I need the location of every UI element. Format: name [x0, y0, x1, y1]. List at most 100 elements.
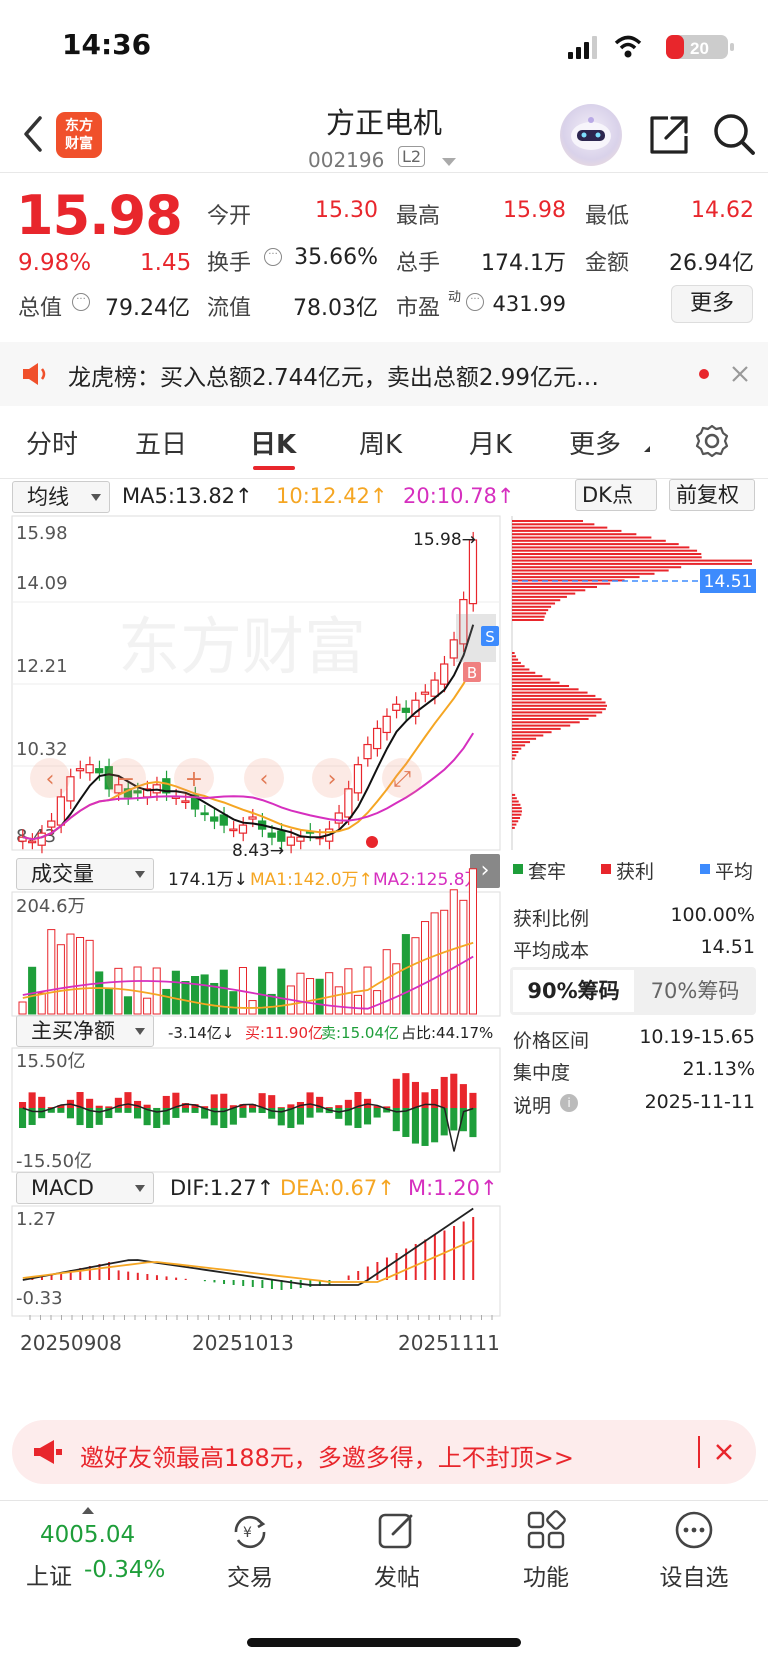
- volume-bar: [152, 967, 161, 1015]
- candle-body: [219, 814, 228, 826]
- chip-bar: [512, 800, 519, 803]
- info-icon[interactable]: i: [560, 1094, 578, 1112]
- news-text[interactable]: 龙虎榜：买入总额2.744亿元，卖出总额2.99亿元…: [68, 358, 668, 392]
- settings-gear-icon[interactable]: [695, 424, 729, 458]
- candle-body: [353, 764, 363, 794]
- chip-bar: [512, 813, 522, 816]
- netflow-sell-bar: [181, 1108, 189, 1113]
- more-quote-button[interactable]: 更多: [671, 285, 753, 323]
- netflow-buy-bar: [335, 1105, 343, 1108]
- tab-more-caret-icon[interactable]: [638, 446, 650, 452]
- volume-bar: [85, 939, 94, 1015]
- watermark: 东方财富: [118, 610, 366, 683]
- chip-tab-70[interactable]: 70%筹码: [636, 970, 754, 1012]
- chip-tab-90[interactable]: 90%筹码: [513, 970, 634, 1012]
- netflow-buy-bar: [19, 1102, 27, 1108]
- chip-bar: [512, 658, 519, 661]
- netflow-sell-bar: [38, 1108, 46, 1119]
- price-range-value: 10.19-15.65: [639, 1026, 755, 1048]
- close-icon[interactable]: [715, 1443, 733, 1461]
- volume-bar: [296, 972, 305, 1015]
- y-axis-label: 12.21: [16, 656, 68, 677]
- info-dots-icon[interactable]: ···: [72, 291, 90, 311]
- share-icon[interactable]: [648, 114, 690, 156]
- chip-avg-text: 14.51: [704, 572, 753, 592]
- features-grid-icon[interactable]: [526, 1510, 566, 1550]
- chip-bar: [512, 595, 567, 598]
- index-value[interactable]: 4005.04: [40, 1522, 135, 1548]
- volume-bar: [18, 1001, 27, 1015]
- volume-bar: [56, 944, 65, 1015]
- chevron-up-icon[interactable]: [82, 1507, 94, 1514]
- netflow-buy-bar: [325, 1107, 333, 1108]
- divider: [698, 1436, 700, 1468]
- chip-bar: [512, 793, 516, 796]
- netflow-sell-bar: [249, 1108, 257, 1113]
- adjust-price-button[interactable]: 前复权: [669, 479, 755, 511]
- netflow-buy-bar: [306, 1092, 314, 1108]
- info-dots-icon[interactable]: ···: [466, 291, 484, 311]
- tab-monthly-k[interactable]: 月K: [469, 424, 512, 461]
- unread-dot: [699, 369, 709, 379]
- netflow-sell-bar: [134, 1108, 142, 1119]
- chip-bar: [512, 721, 580, 724]
- nav-trade[interactable]: 交易: [190, 1558, 310, 1592]
- chip-bar: [512, 744, 526, 747]
- volume-bar: [373, 990, 382, 1015]
- chip-bar: [512, 533, 637, 536]
- chip-bar: [512, 592, 576, 595]
- tab-weekly-k[interactable]: 周K: [359, 424, 402, 461]
- more-circle-icon[interactable]: [674, 1510, 714, 1550]
- candle-body: [181, 800, 190, 804]
- index-change[interactable]: -0.34%: [84, 1557, 165, 1583]
- chevron-down-icon[interactable]: [442, 158, 456, 166]
- amount-value: 26.94亿: [669, 251, 754, 276]
- indicator-select-ma[interactable]: 均线: [12, 481, 110, 513]
- volume-bar: [143, 997, 152, 1015]
- chip-bar: [512, 708, 606, 711]
- info-dots-icon[interactable]: ···: [264, 246, 282, 266]
- status-icons: 20: [568, 35, 734, 59]
- search-icon[interactable]: [712, 112, 756, 156]
- chip-bar: [512, 589, 586, 592]
- chip-bar: [512, 553, 702, 555]
- tab-more[interactable]: 更多: [569, 424, 621, 461]
- chip-bar: [512, 576, 640, 579]
- index-name[interactable]: 上证: [26, 1557, 72, 1591]
- y-axis-label: 10.32: [16, 739, 68, 760]
- max-price-marker: 15.98→: [413, 530, 476, 550]
- chip-bar: [512, 797, 517, 800]
- chip-bar: [512, 599, 561, 602]
- close-icon[interactable]: [730, 364, 750, 384]
- chip-bar: [512, 543, 679, 546]
- stock-code[interactable]: 002196: [308, 148, 384, 172]
- float-value: 78.03亿: [293, 296, 378, 321]
- volume-bar: [315, 978, 324, 1015]
- legend-avg: 平均: [715, 861, 754, 883]
- trade-icon[interactable]: ¥: [228, 1512, 272, 1552]
- robot-assistant-icon[interactable]: [560, 104, 622, 166]
- tab-intraday[interactable]: 分时: [26, 424, 78, 461]
- invite-text[interactable]: 邀好友领最高188元，多邀多得，上不封顶>>: [80, 1438, 574, 1473]
- candle-body: [27, 840, 37, 844]
- netflow-buy-bar: [459, 1084, 467, 1108]
- change-amount: 1.45: [140, 250, 192, 276]
- chip-bar: [512, 605, 552, 608]
- netflow-sell-bar: [19, 1108, 27, 1128]
- tab-five-day[interactable]: 五日: [135, 424, 187, 461]
- nav-features[interactable]: 功能: [486, 1558, 606, 1592]
- dk-point-button[interactable]: DK点: [575, 479, 657, 511]
- tab-daily-k[interactable]: 日K: [250, 424, 296, 461]
- netflow-sell-bar: [124, 1108, 132, 1113]
- chip-bar: [512, 562, 752, 565]
- divider: [0, 172, 768, 173]
- pe-dynamic-sup: 动: [448, 290, 462, 305]
- nav-post[interactable]: 发帖: [337, 1558, 457, 1592]
- nav-custom[interactable]: 设自选: [634, 1558, 754, 1592]
- netflow-buy-bar: [162, 1095, 170, 1108]
- y-axis-label: 8.43: [16, 826, 56, 847]
- post-edit-icon[interactable]: [377, 1510, 417, 1550]
- netflow-buy-bar: [450, 1073, 458, 1108]
- volume-bar: [440, 909, 449, 1015]
- mktcap-label: 总值: [18, 296, 63, 321]
